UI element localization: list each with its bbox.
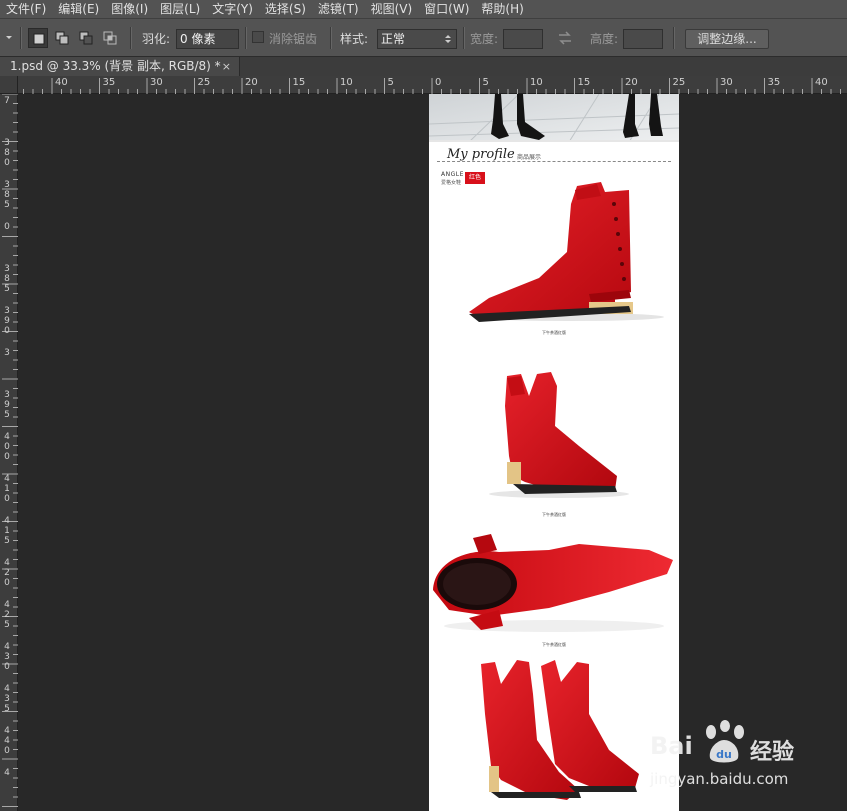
ruler-label: 40 [815, 77, 828, 88]
ruler-label: 35 [102, 77, 116, 88]
ruler-label: 385 [4, 180, 10, 210]
ruler-label: 20 [625, 77, 638, 88]
paw-logo-icon: du [706, 720, 744, 763]
refine-edge-button[interactable]: 调整边缘... [685, 29, 769, 49]
ruler-label: 5 [387, 77, 394, 88]
ruler-label: 3 [4, 348, 10, 358]
style-select-value: 正常 [381, 32, 406, 46]
boot-front-view-image [489, 372, 629, 498]
ruler-label: 0 [4, 222, 10, 232]
menu-select[interactable]: 选择(S) [259, 0, 312, 18]
tool-preset-dropdown-icon[interactable] [4, 30, 16, 44]
watermark-url: jingyan.baidu.com [650, 770, 789, 788]
ruler-label: 30 [150, 77, 163, 88]
document-canvas[interactable]: My profile 商品展示 ANGLE 爱格女鞋 红色 下午茶酒红版 下午茶… [429, 94, 679, 811]
swap-width-height-icon[interactable] [557, 31, 573, 48]
menu-help[interactable]: 帮助(H) [475, 0, 529, 18]
boot-caption-2: 下午茶酒红版 [542, 512, 566, 517]
style-select[interactable]: 正常 [377, 29, 457, 49]
ruler-origin[interactable] [0, 76, 18, 94]
ruler-label: 395 [4, 390, 10, 420]
ruler-label: 40 [55, 77, 68, 88]
ruler-label: 20 [245, 77, 258, 88]
subtract-from-selection-icon[interactable] [76, 28, 96, 48]
height-label: 高度: [590, 32, 619, 46]
ruler-label: 440 [4, 726, 10, 756]
ruler-label: 425 [4, 600, 10, 630]
ruler-label: 435 [4, 684, 10, 714]
heading-divider [437, 161, 671, 162]
ruler-label: 385 [4, 264, 10, 294]
antialias-checkbox[interactable] [252, 31, 264, 43]
menu-image[interactable]: 图像(I) [105, 0, 154, 18]
ruler-label: 7 [4, 96, 10, 106]
ruler-label: 380 [4, 138, 10, 168]
ruler-label: 430 [4, 642, 10, 672]
ruler-label: 35 [767, 77, 781, 88]
ruler-label: 25 [672, 77, 686, 88]
boot-caption-1: 下午茶酒红版 [542, 330, 566, 335]
ruler-label: 15 [292, 77, 306, 88]
ruler-label: 0 [435, 77, 442, 88]
document-tab-title: 1.psd @ 33.3% (背景 副本, RGB/8) * [10, 59, 221, 73]
document-tab[interactable]: 1.psd @ 33.3% (背景 副本, RGB/8) * × [0, 57, 240, 76]
ruler-label: 400 [4, 432, 10, 462]
ruler-label: 10 [340, 77, 353, 88]
horizontal-ruler[interactable]: 40 35 30 25 20 15 10 5 0 5 10 15 20 25 30 35 40 [18, 76, 847, 94]
ruler-label: 415 [4, 516, 10, 546]
ruler-label: 4 [4, 768, 10, 778]
ruler-label: 10 [530, 77, 543, 88]
boot-caption-3: 下午茶酒红版 [542, 642, 566, 647]
intersect-selection-icon[interactable] [100, 28, 120, 48]
ruler-label: 25 [197, 77, 211, 88]
height-input[interactable] [623, 29, 663, 49]
ruler-label: 420 [4, 558, 10, 588]
ruler-label: 5 [482, 77, 489, 88]
ruler-label: 390 [4, 306, 10, 336]
style-label: 样式: [340, 32, 369, 46]
profile-heading: My profile [447, 147, 515, 162]
antialias-label: 消除锯齿 [269, 32, 318, 46]
profile-heading-sub: 商品展示 [517, 154, 542, 161]
watermark-brand-cn: 经验 [750, 740, 795, 765]
boot-pair-image [481, 660, 639, 800]
boot-side-view-image [469, 182, 664, 322]
new-selection-mode-icon[interactable] [28, 28, 48, 48]
width-input[interactable] [503, 29, 543, 49]
menu-bar: 文件(F) 编辑(E) 图像(I) 图层(L) 文字(Y) 选择(S) 滤镜(T… [0, 0, 847, 18]
feather-input[interactable]: 0 像素 [176, 29, 239, 49]
add-to-selection-icon[interactable] [52, 28, 72, 48]
menu-view[interactable]: 视图(V) [365, 0, 419, 18]
menu-edit[interactable]: 编辑(E) [52, 0, 105, 18]
menu-filter[interactable]: 滤镜(T) [312, 0, 365, 18]
width-label: 宽度: [470, 32, 499, 46]
ruler-label: 410 [4, 474, 10, 504]
legs-photo-banner [429, 94, 679, 142]
watermark-brand-en: Bai [650, 732, 693, 760]
select-arrows-icon [445, 35, 451, 43]
menu-layer[interactable]: 图层(L) [154, 0, 206, 18]
svg-text:du: du [716, 748, 732, 761]
baidu-jingyan-watermark: du Bai 经验 jingyan.baidu.com [646, 718, 846, 798]
ruler-label: 15 [577, 77, 591, 88]
menu-type[interactable]: 文字(Y) [206, 0, 259, 18]
close-tab-icon[interactable]: × [222, 57, 231, 76]
boot-lying-view-image [433, 534, 673, 632]
menu-window[interactable]: 窗口(W) [418, 0, 475, 18]
menu-file[interactable]: 文件(F) [0, 0, 52, 18]
document-tab-bar: 1.psd @ 33.3% (背景 副本, RGB/8) * × [0, 57, 847, 76]
vertical-ruler[interactable]: 7 380 385 0 385 390 3 395 400 410 415 420 425 430 435 4… [0, 94, 18, 811]
options-bar: 羽化: 0 像素 消除锯齿 样式: 正常 宽度: 高度: 调整边缘... [0, 18, 847, 57]
ruler-label: 30 [720, 77, 733, 88]
feather-label: 羽化: [142, 32, 171, 46]
